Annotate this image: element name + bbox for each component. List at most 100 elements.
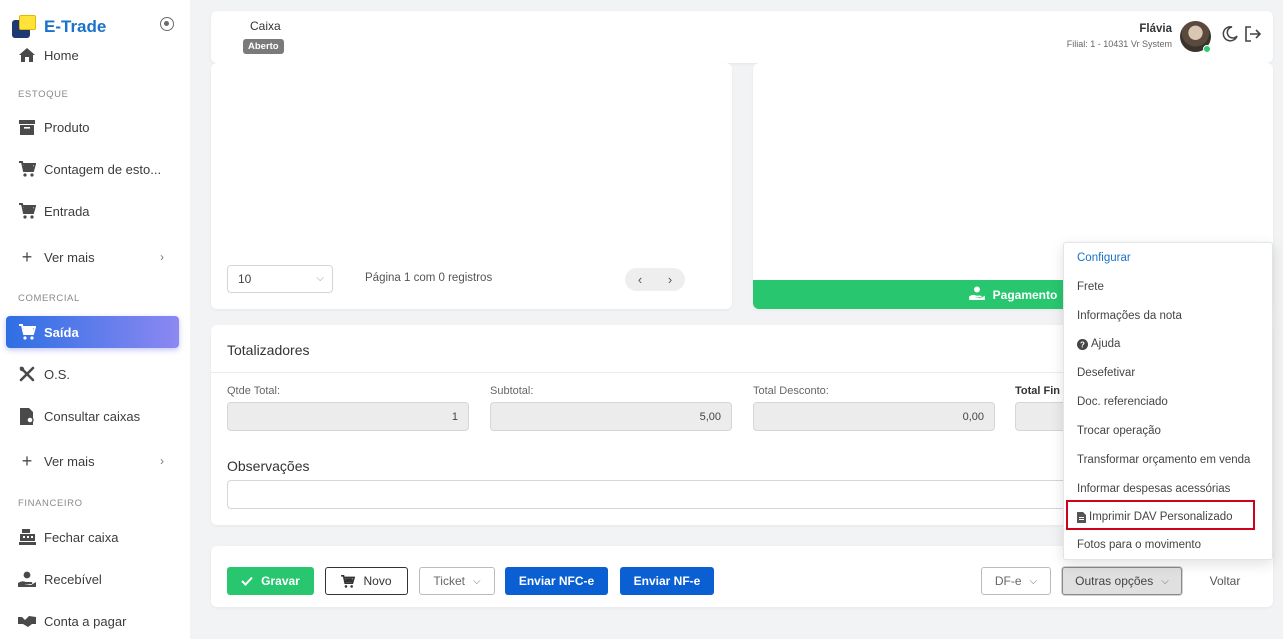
handshake-icon (18, 612, 36, 630)
pagination-info: Página 1 com 0 registros (365, 272, 493, 284)
brand-logo-icon (12, 15, 36, 39)
top-header: Caixa Aberto Flávia Filial: 1 - 10431 Vr… (211, 11, 1273, 63)
enviar-nfe-label: Enviar NF-e (633, 574, 701, 588)
sidebar-item-label: Fechar caixa (44, 529, 119, 545)
sidebar-item-recebivel[interactable]: Recebível (0, 564, 190, 594)
chevron-down-icon: ⌵ (1029, 575, 1038, 587)
menu-item-doc-referenciado[interactable]: Doc. referenciado (1064, 392, 1272, 412)
menu-item-configurar[interactable]: Configurar (1064, 248, 1272, 268)
total-desconto-label: Total Desconto: (753, 385, 829, 397)
novo-label: Novo (363, 574, 392, 588)
cart-icon (18, 160, 36, 178)
cart-icon (18, 323, 36, 341)
outras-opcoes-label: Outras opções (1075, 574, 1154, 588)
chevron-down-icon: ⌵ (316, 273, 324, 284)
question-circle-icon: ? (1077, 338, 1088, 350)
section-estoque: ESTOQUE (18, 89, 69, 100)
menu-item-transformar-orcamento[interactable]: Transformar orçamento em venda (1064, 450, 1272, 470)
user-name: Flávia (1139, 23, 1172, 35)
sidebar-item-label: Saída (44, 324, 79, 340)
highlight-box (1066, 500, 1255, 530)
user-branch: Filial: 1 - 10431 Vr System (1066, 39, 1172, 49)
menu-item-trocar-operacao[interactable]: Trocar operação (1064, 421, 1272, 441)
chevron-right-icon: › (160, 250, 164, 264)
tools-icon (18, 365, 36, 383)
moon-icon[interactable] (1222, 26, 1238, 42)
total-desconto-field: 0,00 (753, 402, 995, 431)
sidebar-item-contagem[interactable]: Contagem de esto... (0, 154, 190, 184)
payment-label: Pagamento (992, 287, 1058, 302)
online-status-dot (1203, 45, 1211, 53)
sidebar-item-label: Recebível (44, 571, 102, 587)
section-comercial: COMERCIAL (18, 293, 80, 304)
menu-item-fotos-movimento[interactable]: Fotos para o movimento (1064, 535, 1272, 555)
menu-item-frete[interactable]: Frete (1064, 277, 1272, 297)
totals-title: Totalizadores (227, 342, 310, 358)
page-size-select[interactable]: 10 ⌵ (227, 265, 333, 293)
hand-coin-icon (18, 570, 36, 588)
status-badge: Aberto (243, 39, 284, 54)
outras-opcoes-button[interactable]: Outras opções ⌵ (1062, 567, 1182, 595)
prev-page-button[interactable]: ‹ (638, 272, 642, 287)
sidebar-item-entrada[interactable]: Entrada (0, 196, 190, 226)
menu-item-informacoes-nota[interactable]: Informações da nota (1064, 306, 1272, 326)
voltar-button[interactable]: Voltar (1196, 567, 1254, 595)
sidebar-item-os[interactable]: O.S. (0, 359, 190, 389)
sidebar-item-label: Conta a pagar (44, 613, 127, 629)
brand[interactable]: E-Trade (12, 14, 106, 40)
archive-icon (18, 118, 36, 136)
next-page-button[interactable]: › (668, 272, 672, 287)
enviar-nfce-label: Enviar NFC-e (518, 574, 595, 588)
ticket-label: Ticket (433, 574, 465, 588)
pagination-controls: ‹ › (625, 268, 685, 291)
outras-opcoes-menu: Configurar Frete Informações da nota ? A… (1063, 242, 1273, 560)
menu-item-despesas-acessorias[interactable]: Informar despesas acessórias (1064, 479, 1272, 499)
sidebar-item-ver-mais-comercial[interactable]: + Ver mais › (0, 446, 190, 476)
novo-button[interactable]: Novo (325, 567, 408, 595)
sidebar-item-label: Contagem de esto... (44, 161, 162, 177)
qtde-total-field: 1 (227, 402, 469, 431)
menu-item-desefetivar[interactable]: Desefetivar (1064, 363, 1272, 383)
voltar-label: Voltar (1209, 574, 1241, 588)
sidebar-item-label: Entrada (44, 203, 90, 219)
cash-register-icon (18, 528, 36, 546)
gravar-button[interactable]: Gravar (227, 567, 314, 595)
sidebar-item-consultar-caixas[interactable]: Consultar caixas (0, 401, 190, 431)
check-icon (241, 576, 253, 586)
dfe-dropdown-button[interactable]: DF-e ⌵ (981, 567, 1051, 595)
sidebar-item-home[interactable]: Home (0, 40, 190, 70)
sidebar-item-conta-a-pagar[interactable]: Conta a pagar (0, 606, 190, 636)
plus-icon: + (21, 450, 33, 471)
menu-item-ajuda[interactable]: ? Ajuda (1064, 334, 1272, 354)
ticket-dropdown-button[interactable]: Ticket ⌵ (419, 567, 495, 595)
logout-icon[interactable] (1244, 25, 1262, 43)
hand-coin-icon (968, 286, 985, 303)
file-search-icon (18, 407, 36, 425)
sidebar-item-label: Consultar caixas (44, 408, 141, 424)
qtde-total-label: Qtde Total: (227, 385, 280, 397)
sidebar-item-saida[interactable]: Saída (6, 316, 179, 348)
sidebar-item-ver-mais-estoque[interactable]: + Ver mais › (0, 242, 190, 272)
page-size-value: 10 (238, 272, 252, 286)
total-final-label: Total Fin (1015, 385, 1061, 397)
subtotal-field: 5,00 (490, 402, 732, 431)
sidebar-item-label: Ver mais (44, 249, 95, 265)
chevron-right-icon: › (160, 454, 164, 468)
sidebar-item-fechar-caixa[interactable]: Fechar caixa (0, 522, 190, 552)
page-title: Caixa (250, 19, 281, 33)
enviar-nfe-button[interactable]: Enviar NF-e (620, 567, 714, 595)
chevron-down-icon: ⌵ (1161, 575, 1169, 587)
brand-name: E-Trade (44, 17, 107, 36)
sidebar: E-Trade Home ESTOQUE Produto Contagem de… (0, 0, 190, 639)
sidebar-item-label: Home (44, 47, 79, 63)
sidebar-toggle-icon[interactable] (160, 17, 174, 31)
sidebar-item-produto[interactable]: Produto (0, 112, 190, 142)
subtotal-label: Subtotal: (490, 385, 534, 397)
sidebar-item-label: Ver mais (44, 453, 95, 469)
sidebar-item-label: Produto (44, 119, 90, 135)
cart-icon (341, 574, 356, 588)
enviar-nfce-button[interactable]: Enviar NFC-e (505, 567, 608, 595)
items-grid-card: 10 ⌵ Página 1 com 0 registros ‹ › (211, 63, 732, 309)
menu-item-label: Ajuda (1091, 338, 1121, 350)
observacoes-title: Observações (227, 458, 310, 474)
